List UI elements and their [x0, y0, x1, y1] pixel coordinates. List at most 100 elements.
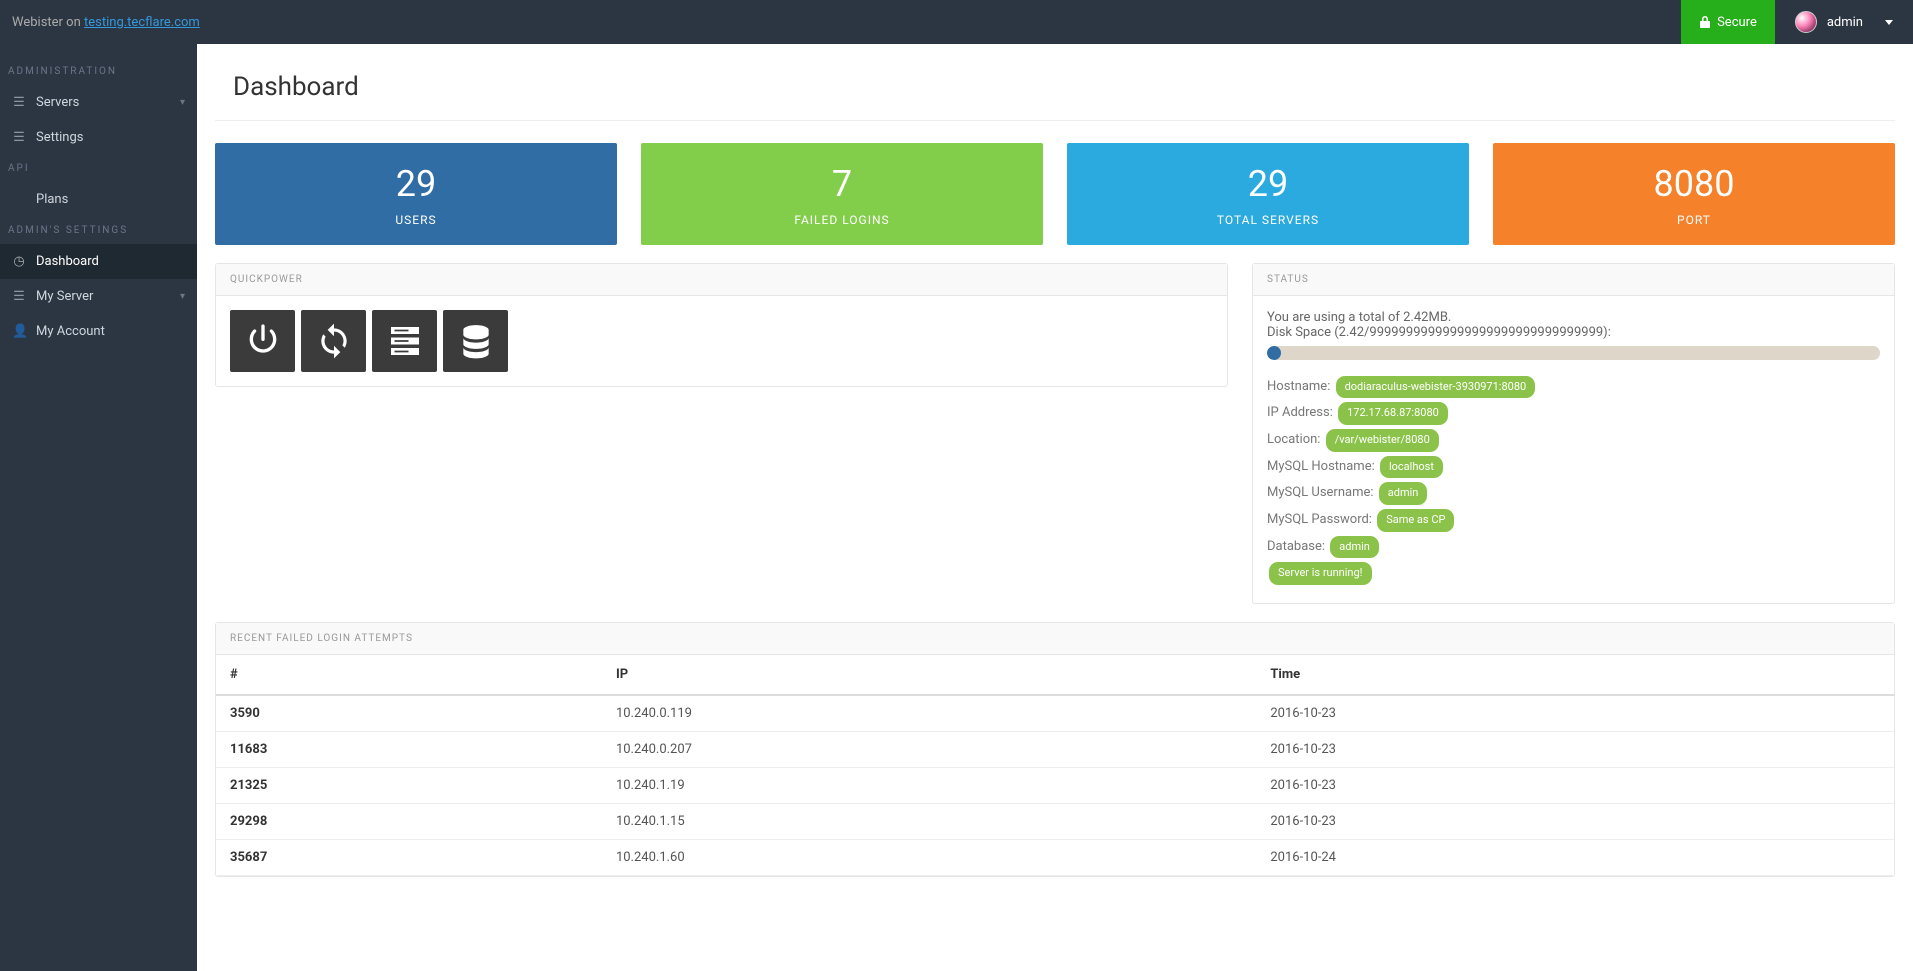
topbar-right: Secure admin [1681, 0, 1913, 44]
quickpower-buttons [230, 310, 1213, 372]
col-time: Time [1256, 655, 1894, 695]
sidebar-item-servers[interactable]: ☰ Servers ▾ [0, 85, 197, 120]
cell-time: 2016-10-23 [1256, 732, 1894, 768]
disk-progress-track [1267, 346, 1880, 360]
status-label: MySQL Hostname: [1267, 459, 1375, 474]
status-badge: /var/webister/8080 [1326, 429, 1439, 452]
topbar: Webister on testing.tecflare.com Secure … [0, 0, 1913, 44]
failed-logins-table: # IP Time 359010.240.0.1192016-10-231168… [216, 655, 1894, 876]
status-row-mysql-user: MySQL Username: admin [1267, 482, 1880, 505]
sidebar-item-label: Dashboard [36, 254, 99, 269]
sidebar-item-myserver[interactable]: ☰ My Server ▾ [0, 279, 197, 314]
username-label: admin [1827, 15, 1863, 30]
sidebar-item-settings[interactable]: ☰ Settings [0, 120, 197, 155]
failed-logins-panel: RECENT FAILED LOGIN ATTEMPTS # IP Time 3… [215, 622, 1895, 877]
cell-ip: 10.240.1.19 [602, 768, 1256, 804]
stat-cards-row: 29 USERS 7 FAILED LOGINS 29 TOTAL SERVER… [197, 121, 1913, 263]
sidebar-item-label: Servers [36, 95, 79, 110]
table-row: 359010.240.0.1192016-10-23 [216, 695, 1894, 732]
chevron-down-icon: ▾ [180, 291, 185, 302]
cell-time: 2016-10-23 [1256, 768, 1894, 804]
card-total-servers: 29 TOTAL SERVERS [1067, 143, 1469, 245]
cell-id: 35687 [216, 840, 602, 876]
cell-ip: 10.240.1.15 [602, 804, 1256, 840]
lock-icon [1699, 15, 1711, 29]
gauge-icon: ◷ [12, 254, 26, 269]
secure-badge: Secure [1681, 0, 1775, 44]
panel-header-status: STATUS [1253, 264, 1894, 296]
table-row: 2132510.240.1.192016-10-23 [216, 768, 1894, 804]
cell-ip: 10.240.0.119 [602, 695, 1256, 732]
refresh-icon [315, 322, 353, 360]
status-row-mysql-pass: MySQL Password: Same as CP [1267, 509, 1880, 532]
status-label: IP Address: [1267, 405, 1333, 420]
cell-ip: 10.240.1.60 [602, 840, 1256, 876]
card-value: 29 [225, 165, 607, 205]
power-icon [243, 321, 283, 361]
card-value: 7 [651, 165, 1033, 205]
col-ip: IP [602, 655, 1256, 695]
status-label: MySQL Username: [1267, 485, 1374, 500]
card-label: FAILED LOGINS [651, 213, 1033, 227]
status-badge: 172.17.68.87:8080 [1338, 402, 1448, 425]
cell-id: 11683 [216, 732, 602, 768]
power-button[interactable] [230, 310, 295, 372]
cell-ip: 10.240.0.207 [602, 732, 1256, 768]
card-value: 8080 [1503, 165, 1885, 205]
card-label: USERS [225, 213, 607, 227]
status-row-running: Server is running! [1267, 562, 1880, 585]
list-icon: ☰ [12, 289, 26, 304]
status-row-hostname: Hostname: dodiaraculus-webister-3930971:… [1267, 376, 1880, 399]
panel-header-logins: RECENT FAILED LOGIN ATTEMPTS [216, 623, 1894, 655]
sidebar-heading-admins-settings: ADMIN'S SETTINGS [0, 217, 197, 244]
sidebar-item-label: My Server [36, 289, 93, 304]
card-label: PORT [1503, 213, 1885, 227]
sidebar-item-label: Plans [36, 192, 68, 207]
cell-id: 3590 [216, 695, 602, 732]
sidebar-heading-api: API [0, 155, 197, 182]
table-row: 2929810.240.1.152016-10-23 [216, 804, 1894, 840]
table-header-row: # IP Time [216, 655, 1894, 695]
sidebar-heading-administration: ADMINISTRATION [0, 58, 197, 85]
database-button[interactable] [443, 310, 508, 372]
user-icon: 👤 [12, 324, 26, 339]
status-panel: STATUS You are using a total of 2.42MB. … [1252, 263, 1895, 605]
spacer [215, 411, 1228, 531]
status-badge: Same as CP [1377, 509, 1454, 532]
panel-header-quickpower: QUICKPOWER [216, 264, 1227, 296]
card-failed-logins: 7 FAILED LOGINS [641, 143, 1043, 245]
user-menu[interactable]: admin [1775, 0, 1913, 44]
avatar [1795, 11, 1817, 33]
sidebar-item-myaccount[interactable]: 👤 My Account [0, 314, 197, 349]
secure-label: Secure [1717, 15, 1757, 30]
cell-time: 2016-10-24 [1256, 840, 1894, 876]
sidebar-item-plans[interactable]: Plans [0, 182, 197, 217]
status-row-database: Database: admin [1267, 536, 1880, 559]
servers-button[interactable] [372, 310, 437, 372]
sidebar: ADMINISTRATION ☰ Servers ▾ ☰ Settings AP… [0, 44, 197, 971]
status-badge: localhost [1380, 456, 1443, 479]
card-value: 29 [1077, 165, 1459, 205]
card-port: 8080 PORT [1493, 143, 1895, 245]
status-label: MySQL Password: [1267, 512, 1372, 527]
sidebar-item-dashboard[interactable]: ◷ Dashboard [0, 244, 197, 279]
cell-time: 2016-10-23 [1256, 695, 1894, 732]
sidebar-item-label: My Account [36, 324, 105, 339]
list-icon: ☰ [12, 130, 26, 145]
brand: Webister on testing.tecflare.com [0, 15, 200, 30]
chevron-down-icon: ▾ [180, 97, 185, 108]
status-badge: admin [1330, 536, 1379, 559]
brand-prefix: Webister on [12, 15, 84, 30]
cell-id: 29298 [216, 804, 602, 840]
disk-progress-bar [1267, 346, 1281, 360]
cell-time: 2016-10-23 [1256, 804, 1894, 840]
status-row-ip: IP Address: 172.17.68.87:8080 [1267, 402, 1880, 425]
status-label: Location: [1267, 432, 1320, 447]
status-disk-line: Disk Space (2.42/99999999999999999999999… [1267, 325, 1880, 340]
database-icon [457, 322, 495, 360]
brand-host-link[interactable]: testing.tecflare.com [84, 15, 200, 30]
table-row: 1168310.240.0.2072016-10-23 [216, 732, 1894, 768]
restart-button[interactable] [301, 310, 366, 372]
status-badge: admin [1379, 482, 1428, 505]
status-label: Hostname: [1267, 379, 1330, 394]
